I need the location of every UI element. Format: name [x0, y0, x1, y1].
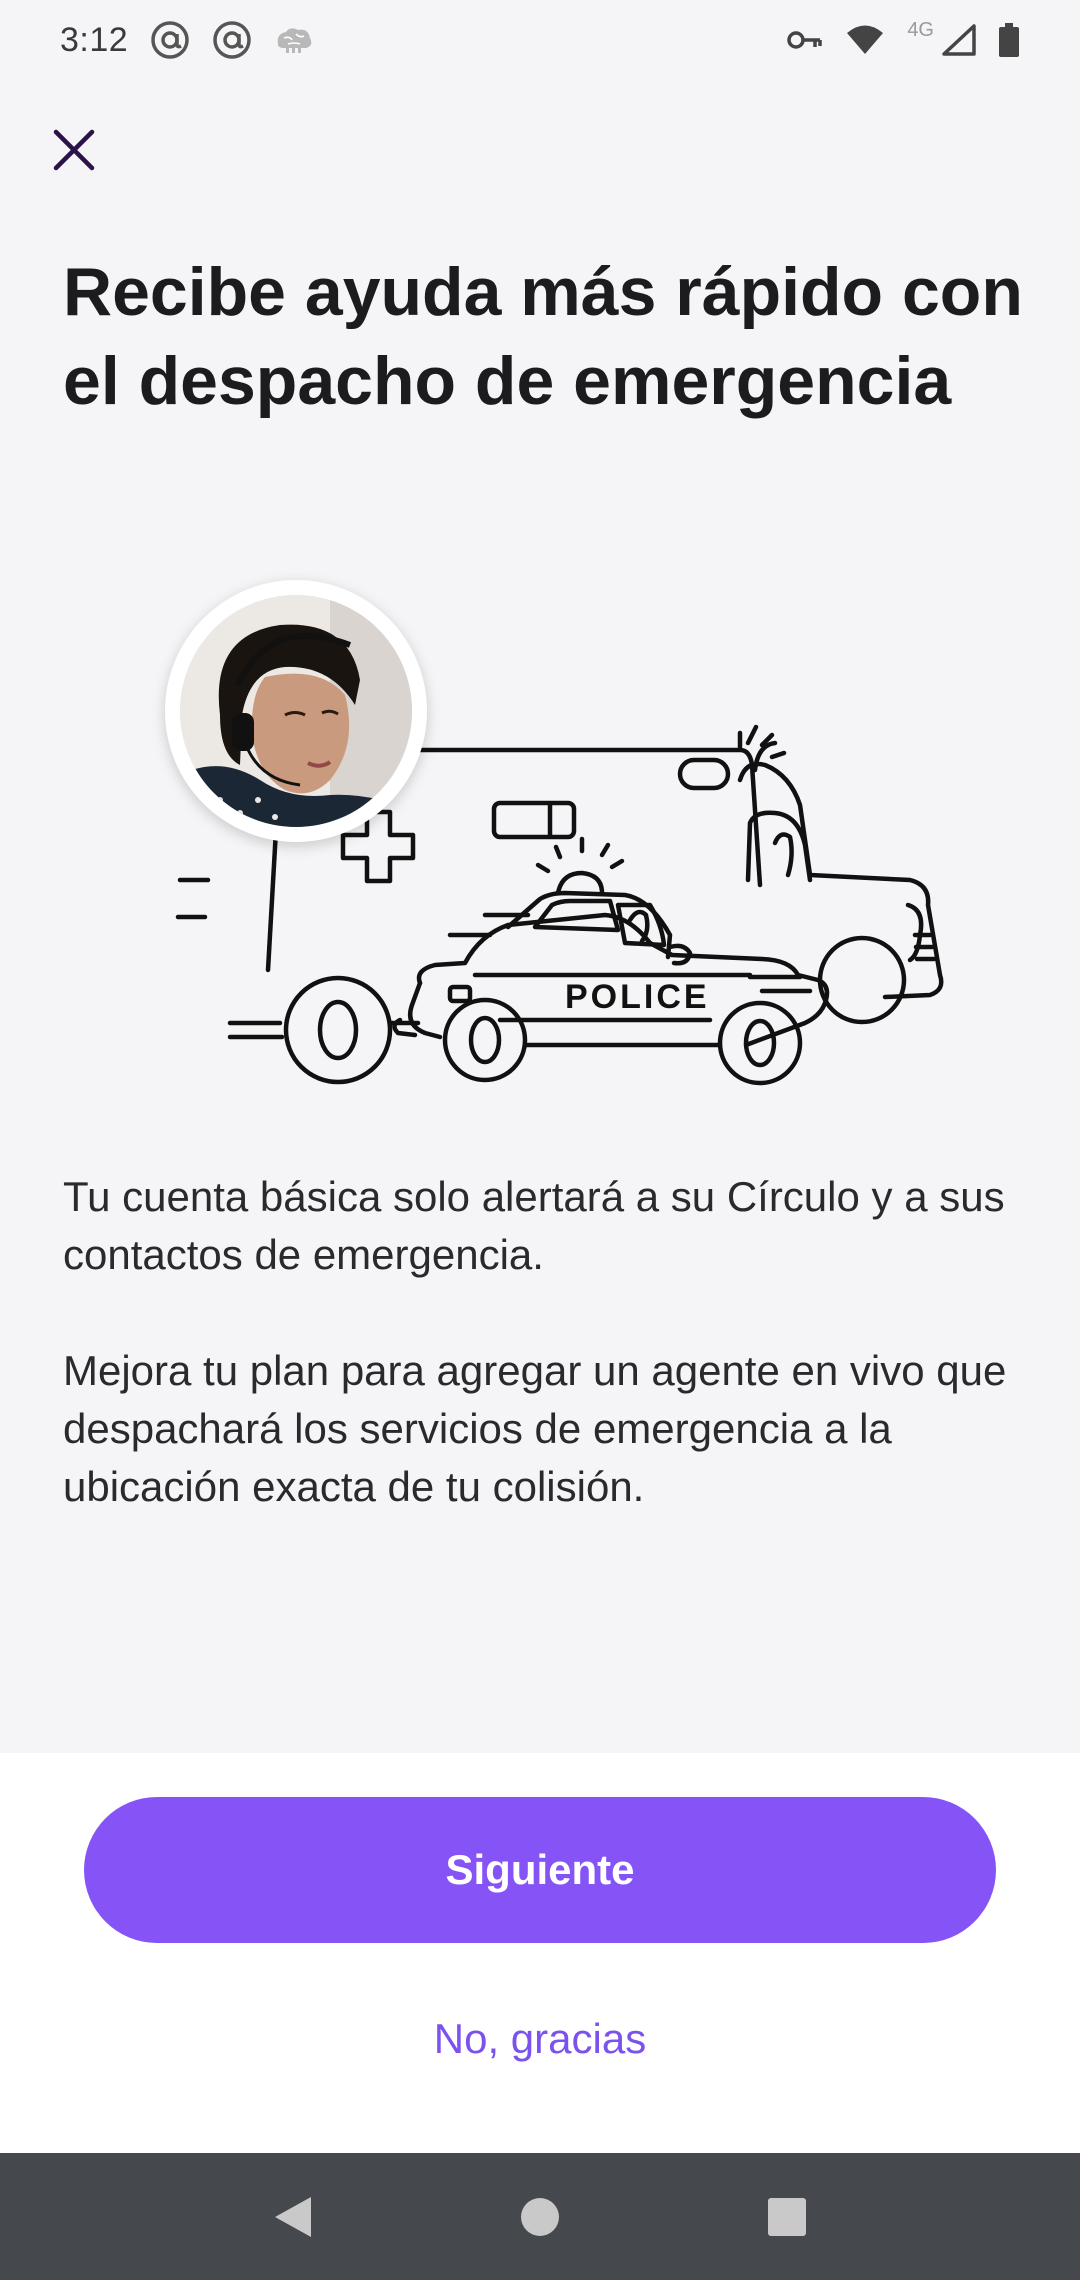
- signal-icon: [942, 24, 976, 56]
- police-text: POLICE: [565, 978, 710, 1016]
- description-paragraph-basic: Tu cuenta básica solo alertará a su Círc…: [63, 1173, 1005, 1278]
- description: Tu cuenta básica solo alertará a su Círc…: [63, 1168, 1023, 1574]
- action-panel: Siguiente No, gracias: [0, 1753, 1080, 2153]
- next-button[interactable]: Siguiente: [84, 1797, 996, 1943]
- at-sign-icon: [212, 20, 252, 60]
- agent-photo: [180, 595, 412, 827]
- status-left: 3:12: [60, 20, 314, 60]
- status-time: 3:12: [60, 20, 129, 59]
- status-bar: 3:12 4G: [0, 0, 1080, 80]
- brain-icon: [274, 24, 314, 56]
- battery-icon: [998, 23, 1020, 57]
- vpn-key-icon: [787, 28, 823, 52]
- back-icon: [275, 2196, 312, 2237]
- description-paragraph-upgrade: Mejora tu plan para agregar un agente en…: [63, 1347, 1007, 1510]
- page-title: Recibe ayuda más rápido con el despacho …: [63, 254, 1023, 419]
- screen: 3:12 4G Recibe ayuda más rápido con el d…: [0, 0, 1080, 2280]
- back-button[interactable]: [253, 2177, 333, 2257]
- close-icon: [53, 129, 95, 171]
- home-icon: [520, 2197, 559, 2236]
- status-right: 4G: [787, 19, 1020, 57]
- navigation-bar: [0, 2153, 1080, 2280]
- recents-icon: [767, 2197, 806, 2236]
- close-button[interactable]: [42, 118, 106, 182]
- at-sign-icon: [150, 20, 190, 60]
- no-thanks-link[interactable]: No, gracias: [0, 2015, 1080, 2063]
- agent-avatar: [165, 580, 427, 842]
- recents-button[interactable]: [747, 2177, 827, 2257]
- wifi-icon: [845, 24, 885, 56]
- network-type-label: 4G: [907, 18, 934, 41]
- home-button[interactable]: [500, 2177, 580, 2257]
